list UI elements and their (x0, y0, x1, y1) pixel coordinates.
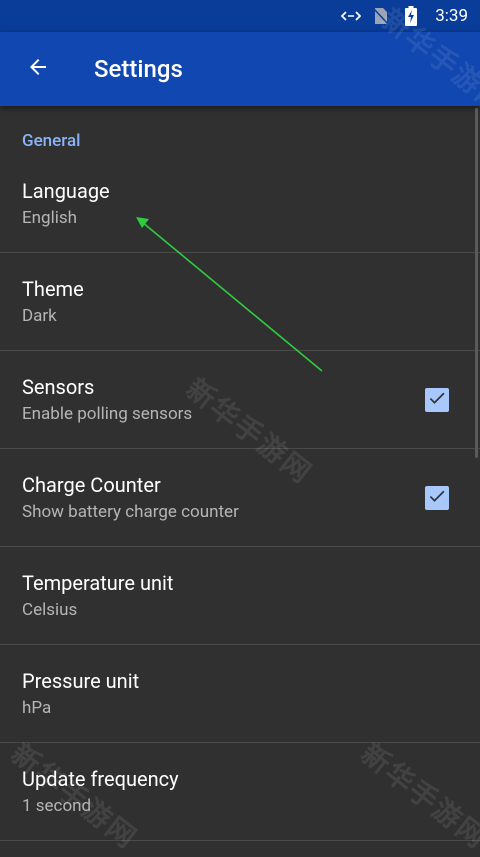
arrow-back-icon (26, 55, 50, 83)
pref-title: Pressure unit (22, 669, 140, 693)
pref-title: Language (22, 179, 110, 203)
back-button[interactable] (18, 49, 58, 89)
pref-summary: Dark (22, 306, 57, 326)
pref-temperature-unit[interactable]: Temperature unit Celsius (0, 547, 480, 645)
pref-charge-counter[interactable]: Charge Counter Show battery charge count… (0, 449, 480, 547)
pref-pressure-unit[interactable]: Pressure unit hPa (0, 645, 480, 743)
pref-summary: Celsius (22, 600, 78, 620)
pref-summary: Show battery charge counter (22, 502, 239, 522)
charge-counter-checkbox[interactable] (425, 486, 449, 510)
pref-summary: Enable polling sensors (22, 404, 193, 424)
settings-list[interactable]: General Language English Theme Dark Sens… (0, 106, 480, 853)
status-time: 3:39 (435, 6, 468, 26)
pref-theme[interactable]: Theme Dark (0, 253, 480, 351)
pref-title: Theme (22, 277, 84, 301)
sensors-checkbox[interactable] (425, 388, 449, 412)
check-icon (427, 486, 447, 510)
pref-title: Sensors (22, 375, 95, 399)
pref-title: Charge Counter (22, 473, 161, 497)
check-icon (427, 388, 447, 412)
page-title: Settings (94, 55, 183, 83)
pref-title: Temperature unit (22, 571, 174, 595)
scrollbar[interactable] (475, 108, 478, 458)
data-transfer-icon (341, 6, 362, 26)
pref-language[interactable]: Language English (0, 155, 480, 253)
section-header-general: General (22, 131, 81, 151)
pref-summary: English (22, 208, 78, 228)
pref-summary: hPa (22, 698, 52, 718)
